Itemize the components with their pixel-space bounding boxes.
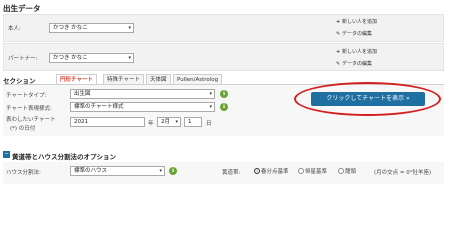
info-icon[interactable]: i: [220, 90, 228, 98]
zodiac-label: 黄道帯:: [222, 170, 241, 176]
radio-unselected: [338, 168, 344, 174]
year-input[interactable]: 2021: [70, 117, 145, 127]
chevron-down-icon: ▾: [128, 25, 131, 31]
partner-panel: パートナー: かつき かなこ ▾ + 新しい人を追加 ✎ データの編集: [3, 43, 444, 71]
house-label: ハウス分割法:: [6, 170, 41, 176]
year-unit: 年: [148, 121, 154, 127]
date-sublabel: (*) の日付: [10, 126, 36, 132]
partner-select-value: かつき かなこ: [53, 55, 88, 61]
page-title: 出生データ: [3, 4, 41, 13]
chart-type-select[interactable]: 出生図 ▾: [70, 89, 215, 99]
add-person-link[interactable]: + 新しい人を追加: [336, 18, 377, 25]
chart-style-label: チャート表現様式:: [6, 106, 52, 112]
chevron-down-icon: ▾: [175, 119, 178, 125]
day-input[interactable]: 1: [184, 117, 202, 127]
zodiac-radio-sidereal[interactable]: 恒星基準: [298, 167, 327, 175]
person-select-value: かつき かなこ: [53, 25, 88, 31]
date-label: 表わしたいチャート: [6, 117, 56, 123]
radio-unselected: [298, 168, 304, 174]
zodiac-radio-draconic[interactable]: 龍頭: [338, 167, 356, 175]
chevron-down-icon: ▾: [159, 168, 162, 174]
partner-select[interactable]: かつき かなこ ▾: [49, 53, 134, 63]
chevron-down-icon: ▾: [209, 104, 212, 110]
edit-data-link[interactable]: ✎ データの編集: [336, 30, 372, 37]
info-icon[interactable]: i: [169, 167, 177, 175]
show-chart-button[interactable]: クリックしてチャートを表示 »: [311, 92, 425, 106]
edit-partner-data-link[interactable]: ✎ データの編集: [336, 60, 372, 67]
info-icon[interactable]: i: [220, 103, 228, 111]
add-partner-link[interactable]: + 新しい人を追加: [336, 48, 377, 55]
zodiac-radio-tropical[interactable]: 春分点基準: [254, 167, 289, 175]
chevron-down-icon: ▾: [128, 55, 131, 61]
chart-style-select[interactable]: 標準のチャート様式 ▾: [70, 102, 215, 112]
chart-type-label: チャートタイプ:: [6, 93, 47, 99]
radio-selected: [254, 168, 260, 174]
person-panel: 本人: かつき かなこ ▾ + 新しい人を追加 ✎ データの編集: [3, 14, 444, 42]
house-select[interactable]: 標準のハウス ▾: [70, 166, 165, 176]
chevron-down-icon: ▾: [209, 91, 212, 97]
options-heading: 黄道帯とハウス分割法のオプション: [12, 153, 116, 161]
person-label: 本人:: [8, 26, 21, 32]
collapse-icon[interactable]: −: [3, 151, 10, 158]
day-unit: 日: [206, 121, 212, 127]
month-select[interactable]: 2月 ▾: [157, 117, 181, 127]
zodiac-note: (月の交点 = 0°牡羊座): [374, 170, 432, 176]
person-select[interactable]: かつき かなこ ▾: [49, 23, 134, 33]
partner-label: パートナー:: [8, 56, 38, 62]
